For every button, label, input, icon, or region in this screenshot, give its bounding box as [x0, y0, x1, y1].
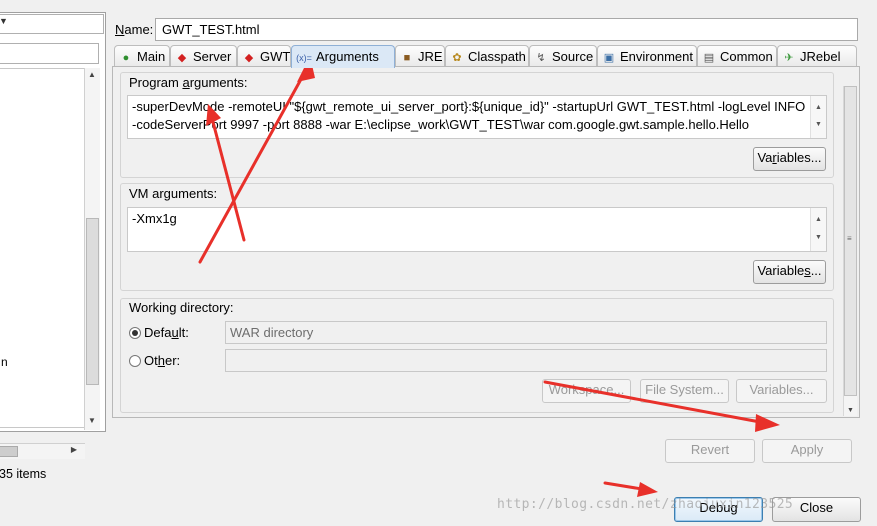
grip-icon: ≡	[847, 234, 852, 243]
tab-label: GWT	[260, 49, 291, 64]
tab-label: JRebel	[800, 49, 841, 64]
program-arguments-textarea[interactable]: -superDevMode -remoteUI "${gwt_remote_ui…	[127, 95, 827, 139]
tab-gwt[interactable]: ◆ GWT	[237, 45, 291, 67]
tree-item[interactable]: n	[1, 355, 8, 369]
tab-server[interactable]: ◆ Server	[170, 45, 237, 67]
filter-input[interactable]	[0, 43, 99, 64]
textarea-scrollbar[interactable]: ▲ ▼	[810, 96, 826, 138]
scroll-down-icon[interactable]: ▼	[815, 116, 822, 134]
scroll-up-icon[interactable]: ▲	[88, 70, 96, 79]
jre-books-icon: ■	[403, 52, 411, 64]
scroll-right-icon[interactable]: ▶	[71, 445, 77, 454]
apply-button[interactable]: Apply	[762, 439, 852, 463]
arguments-x-equals-icon: (x)=	[296, 53, 312, 63]
scroll-down-icon[interactable]: ▼	[815, 229, 822, 247]
arrowhead	[637, 482, 658, 497]
jrebel-icon: ✈	[784, 52, 794, 64]
default-radio[interactable]	[129, 327, 141, 339]
scroll-down-icon[interactable]: ▼	[847, 407, 854, 414]
items-count: 35 items	[0, 467, 47, 481]
tab-label: JRE	[418, 49, 443, 64]
default-directory-field: WAR directory	[225, 321, 827, 344]
tree-vertical-scrollbar[interactable]: ▲ ▼	[84, 68, 100, 430]
tab-classpath[interactable]: ✿ Classpath	[445, 45, 529, 67]
tab-label: Environment	[620, 49, 693, 64]
tab-label: Arguments	[316, 49, 379, 64]
vm-arguments-textarea[interactable]: -Xmx1g ▲ ▼	[127, 207, 827, 252]
file-system-button[interactable]: File System...	[640, 379, 729, 403]
name-label: Name:	[115, 22, 154, 37]
tab-arguments[interactable]: (x)= Arguments	[291, 45, 395, 68]
vm-variables-button[interactable]: Variables...	[753, 260, 826, 284]
tab-label: Source	[552, 49, 594, 64]
program-arguments-line: -superDevMode -remoteUI "${gwt_remote_ui…	[132, 99, 806, 114]
default-label[interactable]: Default:	[144, 325, 189, 340]
panel-vertical-scrollbar[interactable]: ≡ ▼	[843, 86, 857, 416]
chevron-down-icon[interactable]: ▼	[0, 16, 8, 26]
scroll-up-icon[interactable]: ▲	[815, 99, 822, 117]
watermark: http://blog.csdn.net/zhaojuxin123525	[497, 497, 794, 512]
workspace-button[interactable]: Workspace...	[542, 379, 631, 403]
config-name-field[interactable]: GWT_TEST.html	[155, 18, 858, 41]
classpath-icon: ✿	[452, 52, 462, 64]
tree-horizontal-scrollbar[interactable]: ▶	[0, 443, 85, 459]
tab-environment[interactable]: ▣ Environment	[597, 45, 697, 67]
tab-main[interactable]: ● Main	[114, 45, 170, 67]
tab-label: Classpath	[468, 49, 526, 64]
program-arguments-line: -codeServerPort 9997 -port 8888 -war E:\…	[132, 117, 750, 132]
textarea-scrollbar[interactable]: ▲ ▼	[810, 208, 826, 251]
environment-icon: ▣	[603, 52, 615, 64]
common-icon: ▤	[703, 52, 715, 64]
tab-label: Main	[137, 49, 166, 64]
scroll-thumb[interactable]	[0, 446, 18, 457]
working-directory-variables-button[interactable]: Variables...	[736, 379, 827, 403]
scroll-up-icon[interactable]: ▲	[815, 211, 822, 229]
tab-bar: ● Main ◆ Server ◆ GWT (x)= Arguments ■ JRE ✿ C…	[112, 45, 860, 68]
green-circle-c-icon: ●	[122, 52, 130, 64]
tab-common[interactable]: ▤ Common	[697, 45, 777, 67]
red-gwt-icon: ◆	[177, 52, 187, 64]
other-radio[interactable]	[129, 355, 141, 367]
tab-jrebel[interactable]: ✈ JRebel	[777, 45, 857, 67]
other-label[interactable]: Other:	[144, 353, 180, 368]
tab-source[interactable]: ↯ Source	[529, 45, 597, 67]
red-gwt-icon: ◆	[244, 52, 254, 64]
vm-arguments-line: -Xmx1g	[132, 211, 177, 226]
revert-button[interactable]: Revert	[665, 439, 755, 463]
program-arguments-label: Program arguments:	[129, 75, 248, 90]
filter-combo[interactable]: ▼	[0, 14, 104, 34]
tab-label: Server	[193, 49, 232, 64]
tab-jre[interactable]: ■ JRE	[395, 45, 445, 67]
scroll-thumb[interactable]	[86, 218, 99, 385]
config-tree[interactable]: n	[0, 68, 85, 428]
source-icon: ↯	[536, 52, 546, 64]
vm-arguments-label: VM arguments:	[129, 186, 218, 201]
program-variables-button[interactable]: Variables...	[753, 147, 826, 171]
working-directory-label: Working directory:	[129, 300, 234, 315]
scroll-down-icon[interactable]: ▼	[88, 416, 96, 425]
tab-label: Common	[720, 49, 773, 64]
launch-config-list-panel: ▼ n ▲ ▼ ▶ 35 items	[0, 12, 106, 481]
other-directory-field[interactable]	[225, 349, 827, 372]
